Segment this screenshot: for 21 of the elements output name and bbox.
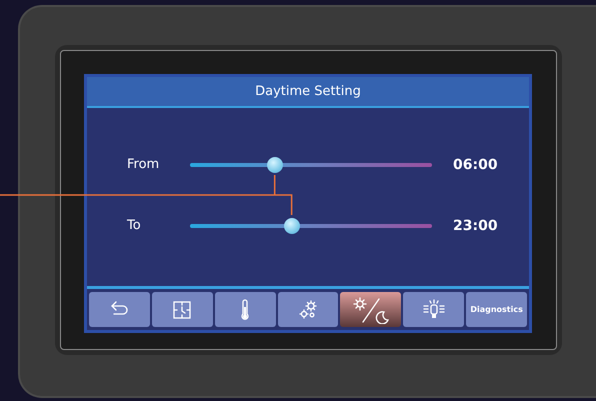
clock-button[interactable] — [152, 292, 213, 327]
thermometer-icon — [240, 298, 250, 320]
slider-thumb[interactable] — [266, 157, 283, 173]
time-value: 06:00 — [453, 156, 498, 174]
sun-moon-button[interactable] — [340, 292, 402, 327]
gears-button[interactable] — [278, 292, 338, 327]
diagnostics-button[interactable]: Diagnostics — [466, 292, 528, 327]
thermometer-button[interactable] — [214, 292, 276, 327]
slider-thumb[interactable] — [284, 218, 300, 234]
slider-label: From — [127, 156, 160, 174]
light-bulb-icon — [422, 298, 446, 320]
back-button[interactable] — [89, 292, 150, 327]
gears-icon — [297, 298, 319, 320]
slider-track[interactable] — [190, 218, 432, 234]
light-bulb-button[interactable] — [403, 292, 464, 327]
sun-moon-icon — [350, 296, 391, 324]
slider-track[interactable] — [190, 157, 432, 173]
time-value: 23:00 — [453, 216, 498, 236]
screen-title: Daytime Setting — [87, 77, 529, 108]
slider-label: To — [127, 217, 142, 236]
clock-icon — [171, 298, 194, 320]
